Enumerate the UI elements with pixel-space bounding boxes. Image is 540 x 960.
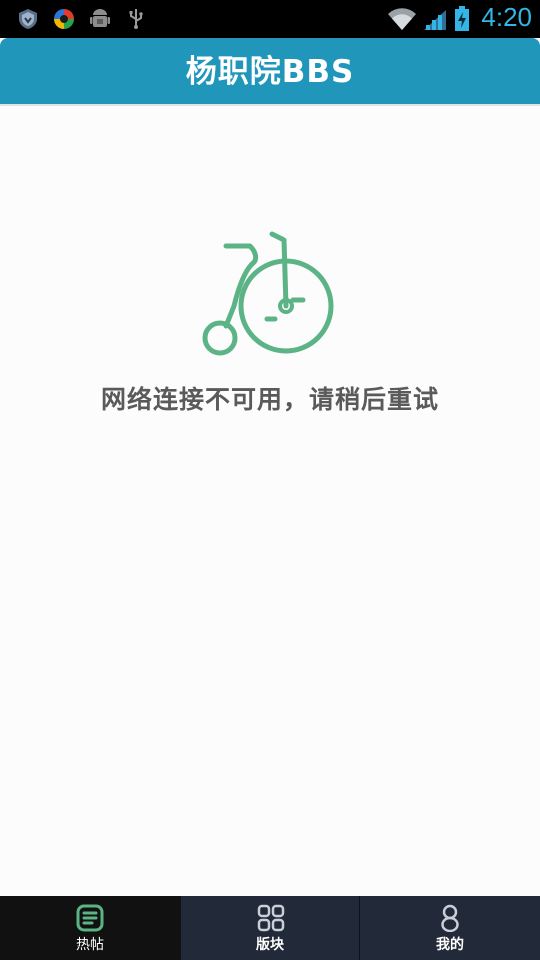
page-title: 杨职院BBS [185,54,355,90]
tab-boards-label: 版块 [256,937,284,953]
status-bar: 4:20 [0,0,540,38]
app-header: 杨职院BBS [0,38,540,104]
tab-mine[interactable]: 我的 [360,896,540,960]
usb-icon [129,9,143,29]
grid-icon [257,904,285,932]
app-screen: 4:20 杨职院BBS 网络连接不可用，请稍后重试 热帖 版块 我的 [0,0,540,960]
wifi-icon [388,8,416,30]
tab-hot-posts-label: 热帖 [76,937,104,953]
battery-charging-icon [455,6,469,31]
shield-icon [19,9,37,29]
bottom-nav: 热帖 版块 我的 [0,896,540,960]
android-debug-icon [90,9,110,27]
tab-hot-posts[interactable]: 热帖 [0,896,180,960]
document-icon [76,904,104,932]
network-error-message: 网络连接不可用，请稍后重试 [100,385,439,414]
tab-boards[interactable]: 版块 [180,896,360,960]
header-divider [0,104,540,106]
clock: 4:20 [481,2,532,32]
app-ring-icon [54,9,74,29]
person-icon [441,904,459,932]
signal-icon [424,10,446,30]
penny-farthing-bicycle-icon [202,231,334,356]
tab-mine-label: 我的 [436,937,464,953]
